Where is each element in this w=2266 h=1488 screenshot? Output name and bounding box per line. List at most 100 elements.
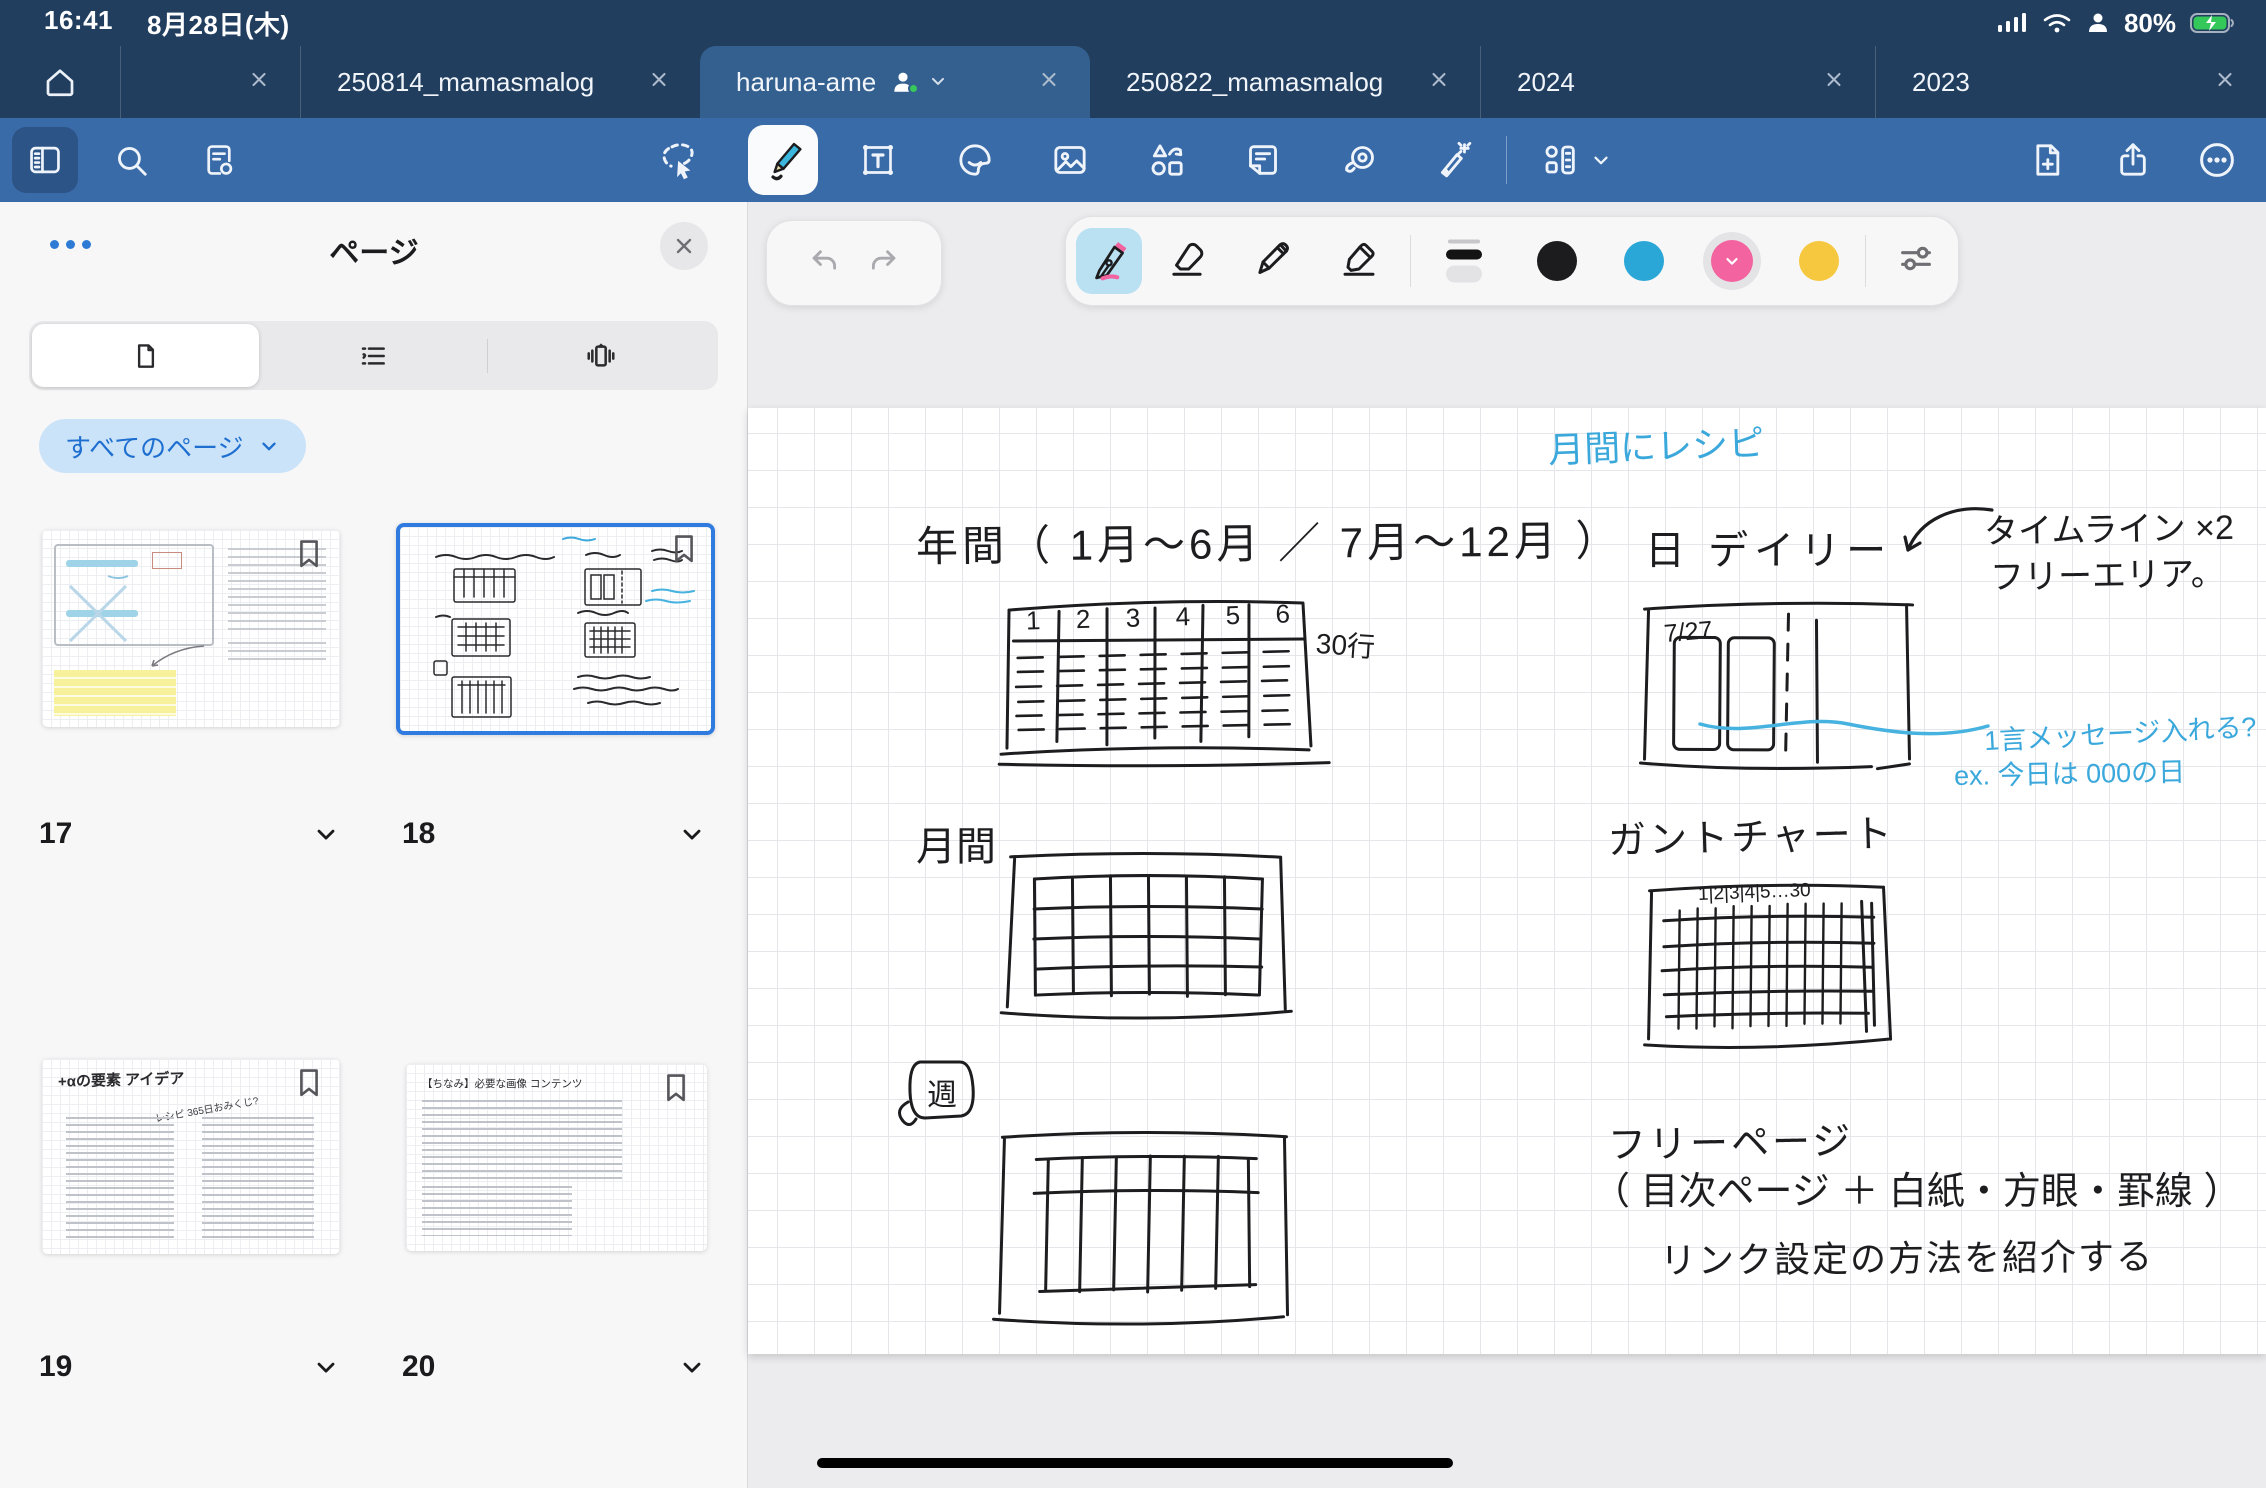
pen-toolbar-divider: [1410, 235, 1411, 287]
year-col: 3: [1125, 602, 1141, 633]
shapes-icon: [1151, 144, 1183, 176]
page-expand-chevron[interactable]: [312, 1353, 340, 1386]
laser-pointer-button[interactable]: [1432, 140, 1476, 180]
zoom-window-button[interactable]: [1338, 140, 1382, 180]
eraser-icon: [1172, 242, 1204, 276]
page-thumbnail-20[interactable]: 【ちなみ】必要な画像 コンテンツ: [406, 1064, 707, 1251]
color-swatch-black[interactable]: [1537, 241, 1577, 281]
share-icon: [2120, 143, 2146, 176]
close-icon[interactable]: [1823, 67, 1845, 98]
add-page-button[interactable]: [2025, 140, 2069, 180]
search-button[interactable]: [109, 141, 153, 179]
fountain-pen-tool[interactable]: [1076, 228, 1142, 294]
pen-tool-active-button[interactable]: [748, 125, 818, 195]
tab-250822-mamasmalog[interactable]: 250822_mamasmalog: [1090, 46, 1480, 118]
tab-250814-mamasmalog[interactable]: 250814_mamasmalog: [300, 46, 700, 118]
home-icon: [46, 69, 74, 97]
highlighter-icon: [1343, 242, 1375, 276]
chevron-down-icon[interactable]: [928, 67, 948, 98]
thumbnail-text-lines: [228, 642, 326, 666]
view-mode-thumbnails[interactable]: [32, 324, 260, 387]
color-swatch-pink-selected[interactable]: [1703, 232, 1761, 290]
thumbnail-sketch: [54, 544, 214, 646]
user-presence-icon: [2086, 11, 2110, 35]
note-tool-button[interactable]: [1241, 140, 1285, 180]
tab-label: 2024: [1517, 66, 1575, 97]
blue-connector-line: [1698, 719, 1990, 736]
shapes-tool-button[interactable]: [1145, 140, 1189, 180]
lasso-button[interactable]: [656, 139, 702, 181]
scroll-indicator[interactable]: [817, 1458, 1453, 1468]
tab-label: 250822_mamasmalog: [1126, 66, 1384, 97]
tab-haruna-ame[interactable]: haruna-ame: [700, 46, 1090, 118]
bookmark-icon: [671, 533, 697, 570]
page-thumbnail-19[interactable]: +αの要素 アイデア レシピ 365日おみくじ?: [42, 1059, 340, 1254]
handwriting-monthly-heading: 月間: [916, 825, 996, 869]
notebook-page[interactable]: 月間にレシピ 年間（ 1月〜6月 ／ 7月〜12月 ） 1 2 3 4 5 6 …: [748, 408, 2266, 1354]
color-swatch-yellow[interactable]: [1799, 241, 1839, 281]
pencil-tool[interactable]: [1252, 238, 1294, 285]
thickness-medium-selected[interactable]: [1446, 249, 1482, 260]
page-number-label: 20: [402, 1350, 436, 1383]
note-icon: [1249, 145, 1277, 175]
page-thumbnail-17[interactable]: [42, 530, 340, 727]
gantt-sketch: [1643, 883, 1893, 1049]
undo-button[interactable]: [807, 244, 841, 283]
thickness-thick[interactable]: [1446, 265, 1482, 283]
view-mode-outline[interactable]: [259, 324, 486, 387]
page-filter-dropdown[interactable]: すべてのページ: [39, 419, 306, 473]
pen-settings-button[interactable]: [1896, 239, 1936, 284]
thumbnail-text-lines: [66, 1117, 174, 1239]
color-swatch-pink[interactable]: [1711, 240, 1753, 282]
undo-redo-group: [766, 220, 942, 306]
home-button[interactable]: [0, 46, 120, 118]
close-icon[interactable]: [248, 67, 270, 98]
year-col: 5: [1225, 599, 1241, 631]
close-icon[interactable]: [2214, 67, 2236, 98]
close-icon[interactable]: [1038, 67, 1060, 98]
handwriting-free-page-3: リンク設定の方法を紹介する: [1659, 1235, 2155, 1282]
elements-button[interactable]: [1538, 140, 1582, 180]
close-icon[interactable]: [1428, 67, 1450, 98]
wifi-icon: [2042, 12, 2072, 34]
text-tool-button[interactable]: [856, 140, 900, 180]
sticker-tool-button[interactable]: [953, 140, 997, 180]
elements-chevron[interactable]: [1588, 149, 1614, 171]
page-overview-button[interactable]: [197, 141, 241, 179]
eraser-tool[interactable]: [1166, 238, 1208, 285]
tab-untitled[interactable]: [120, 46, 300, 118]
page-number-label: 18: [402, 817, 436, 850]
view-mode-horizontal-scroll[interactable]: [488, 324, 715, 387]
handwriting-30-rows: 30行: [1314, 627, 1377, 664]
sidebar-close-button[interactable]: [660, 222, 708, 270]
thumbnail-sketch: [433, 536, 695, 718]
page-number-label: 17: [39, 817, 73, 850]
highlighter-tool[interactable]: [1338, 238, 1380, 285]
share-button[interactable]: [2111, 140, 2155, 180]
color-swatch-cyan[interactable]: [1624, 241, 1664, 281]
handwriting-timeline-1: タイムライン ×2: [1983, 508, 2235, 552]
more-button[interactable]: [2195, 139, 2239, 181]
redo-button[interactable]: [867, 244, 901, 283]
thickness-thin[interactable]: [1448, 239, 1480, 244]
page-thumbnail-18[interactable]: [396, 523, 715, 735]
pages-panel-button[interactable]: [12, 127, 78, 193]
handwriting-daily-heading: 日 デイリー: [1645, 529, 1893, 573]
fountain-pen-icon: [1095, 242, 1127, 281]
page-expand-chevron[interactable]: [678, 1353, 706, 1386]
year-col: 1: [1025, 605, 1041, 636]
handwriting-daily-date: 7/27: [1662, 615, 1714, 649]
collaborator-presence-icon: [890, 69, 920, 95]
page-overview-icon: [207, 145, 233, 175]
page-expand-chevron[interactable]: [312, 820, 340, 853]
tab-2024[interactable]: 2024: [1480, 46, 1875, 118]
handwriting-gantt-heading: ガントチャート: [1607, 813, 1896, 863]
laser-pointer-icon: [1440, 141, 1472, 178]
chevron-down-icon: [1594, 156, 1608, 165]
image-tool-button[interactable]: [1048, 140, 1092, 180]
stroke-thickness-selector[interactable]: [1446, 239, 1482, 283]
tab-2023[interactable]: 2023: [1875, 46, 2266, 118]
sticker-icon: [959, 144, 991, 176]
close-icon[interactable]: [648, 67, 670, 98]
page-expand-chevron[interactable]: [678, 820, 706, 853]
